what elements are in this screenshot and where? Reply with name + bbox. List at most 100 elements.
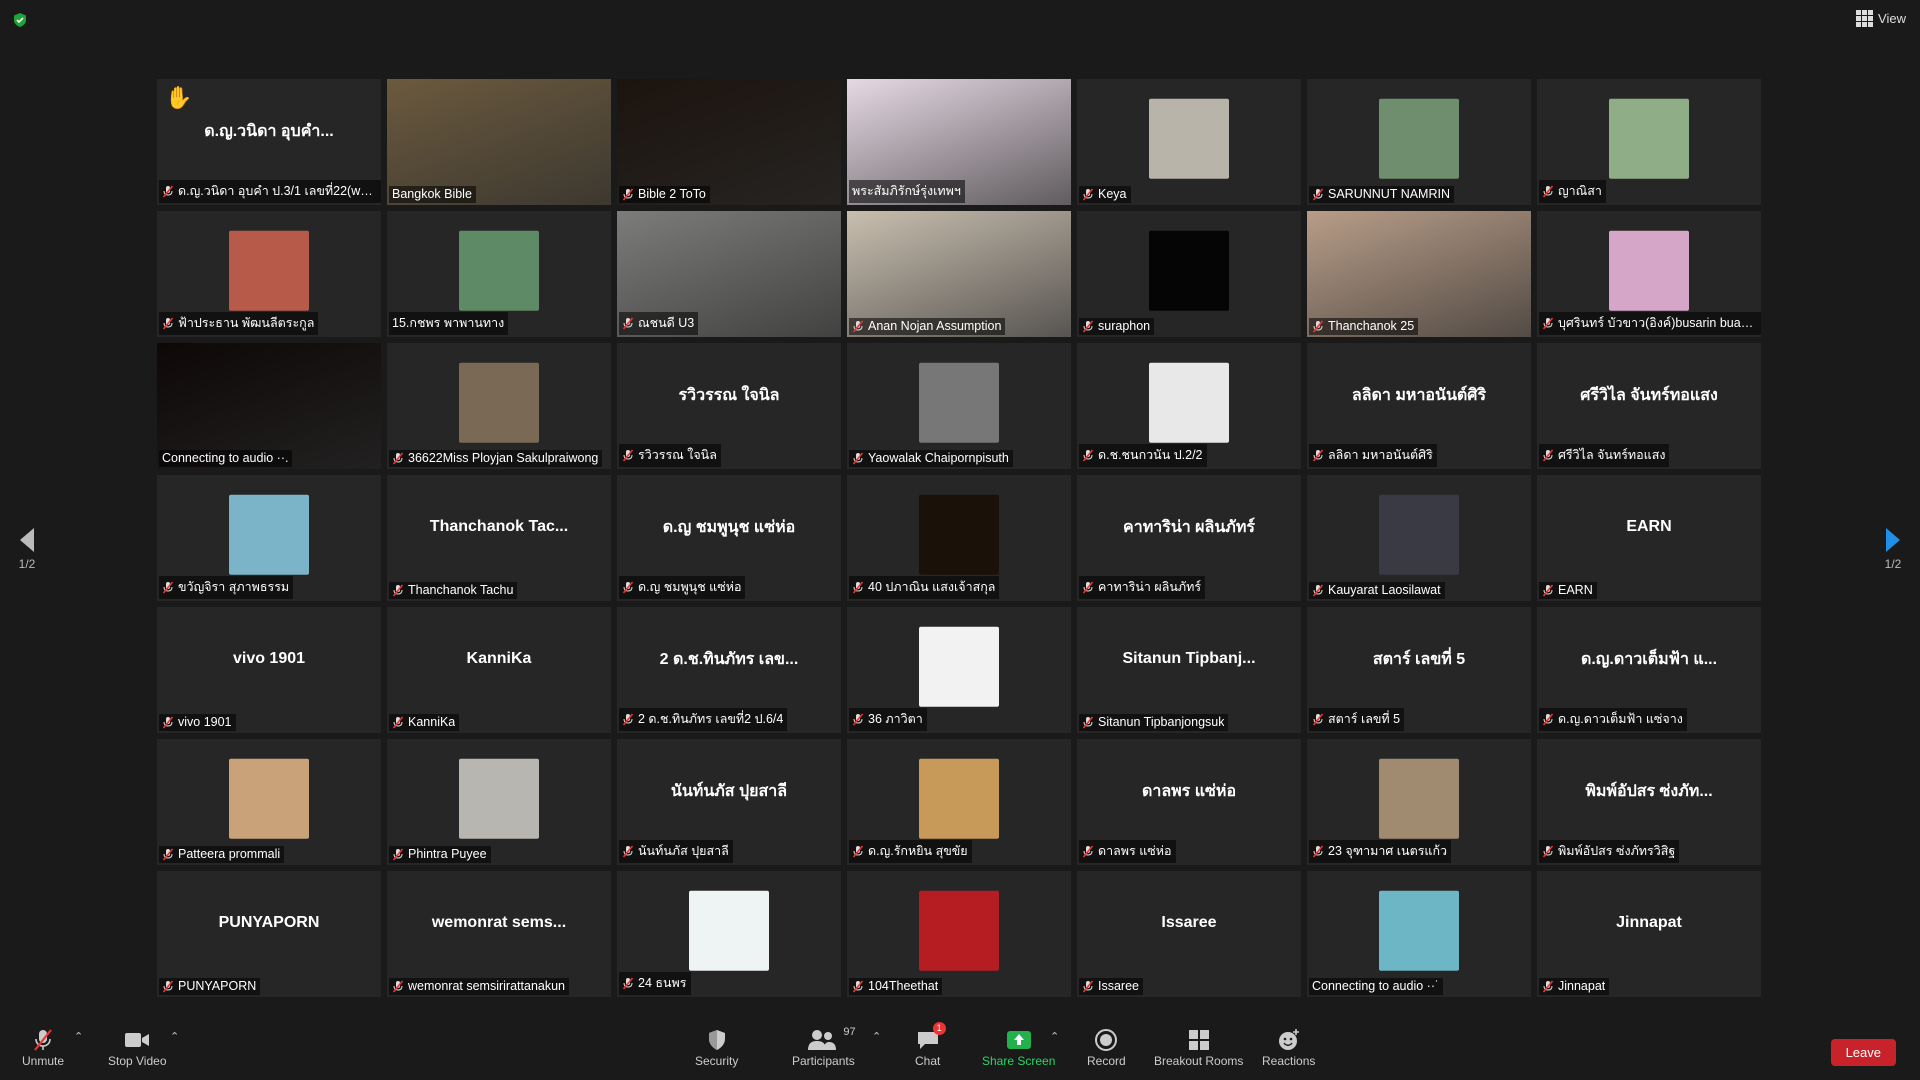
view-label: View [1878, 11, 1906, 26]
participant-display-name: Jinnapat [1616, 914, 1682, 931]
participants-count: 97 [843, 1026, 856, 1038]
participant-tile[interactable]: wemonrat sems... wemonrat semsirirattanak… [387, 871, 611, 997]
microphone-muted-icon [1082, 448, 1094, 462]
participant-tile[interactable]: พิมพ์อัปสร ซ่งภัท... พิมพ์อัปสร ซ่งภัทรวิ… [1537, 739, 1761, 865]
participant-tile[interactable]: Bangkok Bible [387, 79, 611, 205]
breakout-rooms-button[interactable]: Breakout Rooms [1154, 1026, 1243, 1068]
participant-tile[interactable]: Issaree Issaree [1077, 871, 1301, 997]
participant-display-name: vivo 1901 [232, 650, 306, 667]
encryption-shield-icon[interactable] [12, 12, 28, 28]
participant-display-name: รวิวรรณ ใจนิล [678, 386, 780, 404]
participant-tile[interactable]: Thanchanok 25 [1307, 211, 1531, 337]
participant-tile[interactable]: 36622Miss Ployjan Sakulpraiwong [387, 343, 611, 469]
participant-tile[interactable]: ศรีวิไล จันทร์ทอแสง ศรีวิไล จันทร์ทอแสง [1537, 343, 1761, 469]
participant-tile[interactable]: รวิวรรณ ใจนิล รวิวรรณ ใจนิล [617, 343, 841, 469]
participant-tile[interactable]: 36 ภาวิตา [847, 607, 1071, 733]
participant-name-label: KanniKa [389, 714, 460, 731]
reactions-button[interactable]: Reactions [1262, 1026, 1315, 1068]
participant-display-name: Thanchanok Tac... [429, 518, 569, 535]
participant-name: PUNYAPORN [178, 979, 257, 993]
participant-tile[interactable]: PUNYAPORN PUNYAPORN [157, 871, 381, 997]
participant-name-label: Bible 2 ToTo [619, 186, 710, 203]
participant-name: 23 จุฑามาศ เนตรแก้ว [1328, 844, 1448, 858]
microphone-muted-icon [392, 715, 404, 729]
microphone-muted-icon [392, 847, 404, 861]
next-page-button[interactable]: 1/2 [1884, 526, 1902, 571]
participant-tile[interactable]: บุศรินทร์ บัวขาว(อิงค์)busarin buakh... [1537, 211, 1761, 337]
participant-tile[interactable]: Patteera prommali [157, 739, 381, 865]
participant-tile[interactable]: สตาร์ เลขที่ 5 สตาร์ เลขที่ 5 [1307, 607, 1531, 733]
share-screen-button[interactable]: Share Screen [982, 1026, 1055, 1068]
participant-name: พระสัมภิรักษ์รุ่งเทพฯ [852, 184, 961, 198]
stop-video-button[interactable]: Stop Video [108, 1026, 167, 1068]
participant-profile-picture [1379, 758, 1459, 839]
participant-tile[interactable]: ด.ญ ชมพูนุช แซ่ห่อ ด.ญ ชมพูนุช แซ่ห่อ [617, 475, 841, 601]
microphone-muted-icon [162, 316, 174, 330]
chat-button[interactable]: 1 Chat [915, 1022, 946, 1068]
participants-options-caret[interactable]: ⌃ [872, 1030, 881, 1043]
participant-tile[interactable]: ด.ญ.รักหยิน สุขขัย [847, 739, 1071, 865]
participant-tile[interactable]: Phintra Puyee [387, 739, 611, 865]
participant-name: 2 ด.ช.ทินภัทร เลขที่2 ป.6/4 [638, 712, 784, 726]
participant-display-name: นันท์นภัส ปุยสาลี [670, 782, 788, 800]
participant-tile[interactable]: Yaowalak Chaipornpisuth [847, 343, 1071, 469]
participant-tile[interactable]: ด.ช.ชนกวนัน ป.2/2 [1077, 343, 1301, 469]
participant-tile[interactable]: 24 ธนพร [617, 871, 841, 997]
audio-options-caret[interactable]: ⌃ [74, 1030, 83, 1043]
participant-tile[interactable]: Anan Nojan Assumption [847, 211, 1071, 337]
participant-tile[interactable]: ✋ ด.ญ.วนิดา อุบคำ... ด.ญ.วนิดา อุบคำ ป.3/1… [157, 79, 381, 205]
microphone-muted-icon [162, 715, 174, 729]
participant-tile[interactable]: Sitanun Tipbanj... Sitanun Tipbanjongsuk [1077, 607, 1301, 733]
participant-tile[interactable]: Connecting to audio ··˙ [1307, 871, 1531, 997]
participant-tile[interactable]: พระสัมภิรักษ์รุ่งเทพฯ [847, 79, 1071, 205]
record-button[interactable]: Record [1087, 1026, 1126, 1068]
view-button[interactable]: View [1856, 10, 1906, 27]
participant-tile[interactable]: vivo 1901 vivo 1901 [157, 607, 381, 733]
previous-page-button[interactable]: 1/2 [18, 526, 36, 571]
participant-tile[interactable]: 23 จุฑามาศ เนตรแก้ว [1307, 739, 1531, 865]
participant-tile[interactable]: ขวัญจิรา สุภาพธรรม [157, 475, 381, 601]
participant-tile[interactable]: Jinnapat Jinnapat [1537, 871, 1761, 997]
participant-tile[interactable]: คาทาริน่า ผลินภัทร์ คาทาริน่า ผลินภัทร์ [1077, 475, 1301, 601]
participant-name: คาทาริน่า ผลินภัทร์ [1098, 580, 1202, 594]
participant-tile[interactable]: 40 ปภาณิน แสงเจ้าสกุล [847, 475, 1071, 601]
participant-tile[interactable]: ด.ญ.ดาวเต็มฟ้า แ... ด.ญ.ดาวเต็มฟ้า แซ่จาง [1537, 607, 1761, 733]
video-options-caret[interactable]: ⌃ [170, 1030, 179, 1043]
participant-tile[interactable]: SARUNNUT NAMRIN [1307, 79, 1531, 205]
participant-name-label: ด.ญ.ดาวเต็มฟ้า แซ่จาง [1539, 708, 1687, 731]
participant-tile[interactable]: Keya [1077, 79, 1301, 205]
participant-name: ด.ญ ชมพูนุช แซ่ห่อ [638, 580, 742, 594]
participant-tile[interactable]: ณชนดี U3 [617, 211, 841, 337]
participant-name: 36 ภาวิตา [868, 712, 923, 726]
unmute-button[interactable]: Unmute [22, 1026, 64, 1068]
participant-tile[interactable]: Bible 2 ToTo [617, 79, 841, 205]
participant-tile[interactable]: ลลิดา มหาอนันต์ศิริ ลลิดา มหาอนันต์ศิริ [1307, 343, 1531, 469]
participant-tile[interactable]: Kauyarat Laosilawat [1307, 475, 1531, 601]
participant-name: Anan Nojan Assumption [868, 319, 1002, 333]
participant-tile[interactable]: EARN EARN [1537, 475, 1761, 601]
security-button[interactable]: Security [695, 1026, 738, 1068]
participant-name: Jinnapat [1558, 979, 1606, 993]
participant-name-label: ฟ้าประธาน พัฒนลีตระกูล [159, 312, 319, 335]
participant-tile[interactable]: ฟ้าประธาน พัฒนลีตระกูล [157, 211, 381, 337]
participant-name: ขวัญจิรา สุภาพธรรม [178, 580, 290, 594]
participant-tile[interactable]: 15.กชพร พาพานทาง [387, 211, 611, 337]
arrow-left-icon [20, 528, 34, 552]
participant-tile[interactable]: ดาลพร แซ่ห่อ ดาลพร แซ่ห่อ [1077, 739, 1301, 865]
participant-tile[interactable]: Thanchanok Tac... Thanchanok Tachu [387, 475, 611, 601]
share-options-caret[interactable]: ⌃ [1050, 1030, 1059, 1043]
participants-button[interactable]: 97 Participants [792, 1026, 856, 1068]
stop-video-label: Stop Video [108, 1054, 167, 1068]
microphone-muted-icon [852, 712, 864, 726]
participant-tile[interactable]: suraphon [1077, 211, 1301, 337]
participant-tile[interactable]: 104Theethat [847, 871, 1071, 997]
participant-tile[interactable]: KanniKa KanniKa [387, 607, 611, 733]
share-screen-icon [1006, 1031, 1031, 1049]
participant-tile[interactable]: นันท์นภัส ปุยสาลี นันท์นภัส ปุยสาลี [617, 739, 841, 865]
participant-name: 24 ธนพร [638, 976, 687, 990]
participant-tile[interactable]: Connecting to audio ··. [157, 343, 381, 469]
participant-tile[interactable]: 2 ด.ช.ทินภัทร เลข... 2 ด.ช.ทินภัทร เลขที่… [617, 607, 841, 733]
participant-display-name: wemonrat sems... [431, 914, 567, 931]
participant-tile[interactable]: ญาณิสา [1537, 79, 1761, 205]
leave-button[interactable]: Leave [1830, 1039, 1896, 1066]
